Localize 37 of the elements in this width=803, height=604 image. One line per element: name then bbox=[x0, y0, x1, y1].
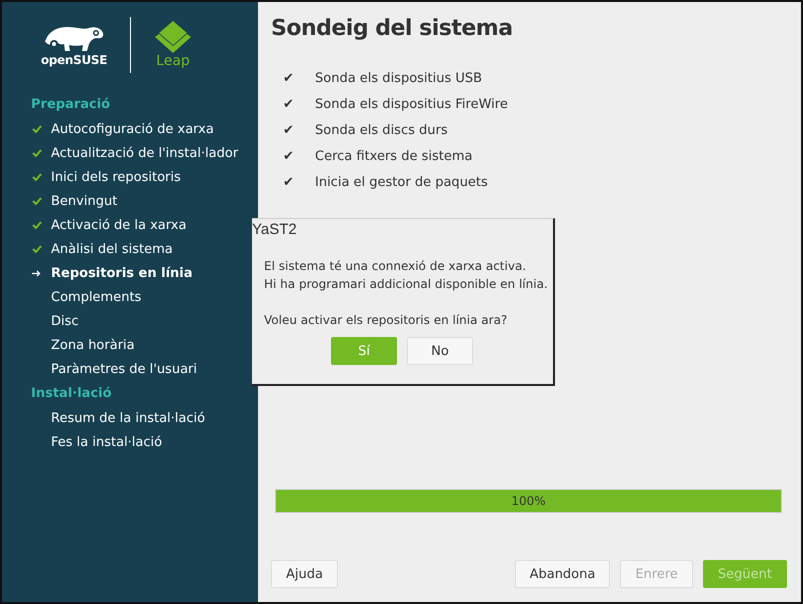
task-label: Cerca fitxers de sistema bbox=[315, 148, 472, 164]
product-name: Leap bbox=[156, 53, 190, 69]
check-mark: ✔ bbox=[283, 122, 294, 138]
task-label: Inicia el gestor de paquets bbox=[315, 174, 488, 190]
step-label: Actualització de l'instal·lador bbox=[51, 146, 238, 160]
step-label: Fes la instal·lació bbox=[51, 434, 162, 450]
task-label: Sonda els dispositius FireWire bbox=[315, 96, 508, 112]
no-button[interactable]: No bbox=[407, 337, 473, 365]
dialog-message: Hi ha programari addicional disponible en línia. bbox=[264, 276, 549, 293]
section-heading: Instal·lació bbox=[30, 385, 113, 403]
check-mark: ✔ bbox=[283, 96, 294, 112]
step-label: Inici dels repositoris bbox=[51, 170, 181, 184]
step-label: Zona horària bbox=[51, 338, 135, 352]
check-mark: ✔ bbox=[283, 70, 294, 86]
dialog-message: El sistema té una connexió de xarxa activa. bbox=[264, 258, 528, 275]
step-label: Anàlisi del sistema bbox=[51, 242, 173, 256]
step-label: Benvingut bbox=[51, 194, 118, 208]
step-label: Paràmetres de l'usuari bbox=[51, 362, 197, 376]
step-label: Autocofiguració de xarxa bbox=[51, 122, 214, 136]
step-label: Disc bbox=[51, 314, 79, 328]
step-label: Resum de la instal·lació bbox=[51, 410, 206, 426]
check-mark: ✔ bbox=[283, 148, 294, 164]
abort-button[interactable]: Abandona bbox=[514, 560, 610, 588]
step-label: Activació de la xarxa bbox=[51, 218, 186, 232]
page-title: Sondeig del sistema bbox=[271, 16, 514, 41]
dialog-title: YaST2 bbox=[252, 220, 298, 240]
layers-logo-icon bbox=[153, 21, 193, 53]
progress-reading: 100% bbox=[511, 494, 546, 508]
section-heading: Preparació bbox=[30, 96, 112, 114]
task-label: Sonda els dispositius USB bbox=[315, 70, 482, 86]
task-label: Sonda els discs durs bbox=[315, 122, 448, 138]
brand-name: openSUSE bbox=[40, 53, 108, 67]
dialog-message: Voleu activar els repositoris en línia ara? bbox=[264, 312, 508, 329]
step-label: Repositoris en línia bbox=[51, 266, 193, 280]
step-label: Complements bbox=[51, 290, 142, 304]
check-mark: ✔ bbox=[283, 174, 294, 190]
help-button[interactable]: Ajuda bbox=[271, 560, 338, 588]
